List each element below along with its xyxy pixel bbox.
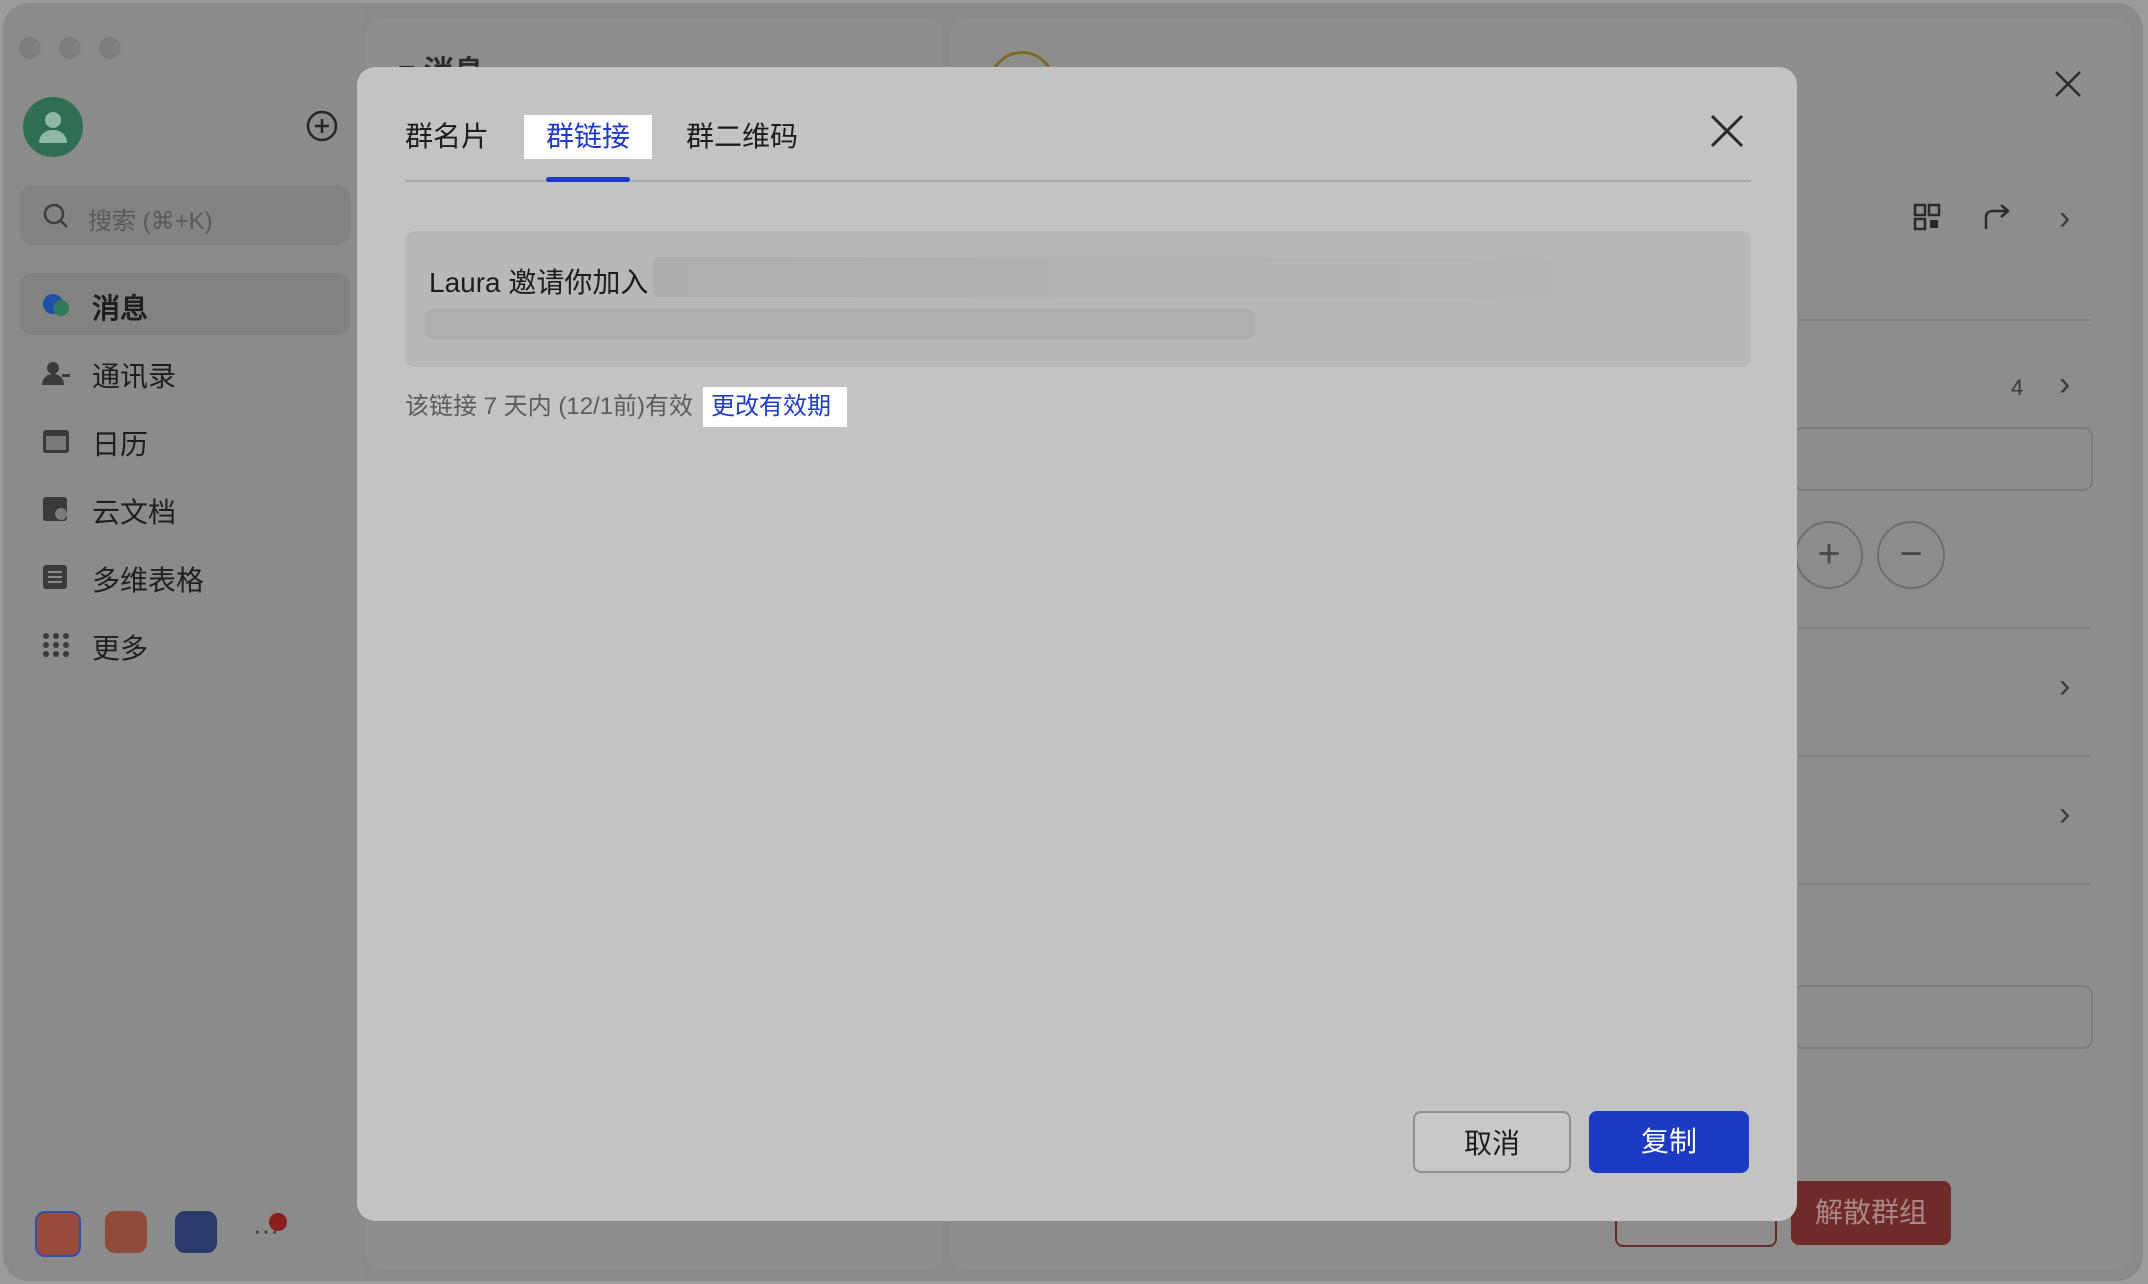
- copy-button[interactable]: 复制: [1589, 1111, 1749, 1173]
- close-icon[interactable]: [2053, 69, 2083, 99]
- divider: [1799, 319, 2091, 321]
- share-icon[interactable]: [1983, 203, 2013, 231]
- blurred-link-url: [425, 309, 1255, 339]
- notification-badge: [269, 1213, 287, 1231]
- cancel-button[interactable]: 取消: [1413, 1111, 1571, 1173]
- chevron-right-icon[interactable]: ›: [2059, 365, 2070, 404]
- sidebar-item-label: 多维表格: [92, 565, 205, 596]
- invite-text: Laura 邀请你加入: [429, 267, 649, 298]
- active-tab-indicator: [546, 177, 630, 182]
- sidebar-item-contacts[interactable]: 通讯录: [20, 341, 350, 403]
- sidebar-item-label: 日历: [92, 429, 149, 460]
- chevron-right-icon[interactable]: ›: [2059, 795, 2070, 834]
- input-box: [1793, 985, 2093, 1049]
- user-icon: [39, 112, 67, 143]
- divider: [1799, 627, 2091, 629]
- add-member-icon[interactable]: +: [1795, 521, 1863, 589]
- sidebar-item-calendar[interactable]: 日历: [20, 409, 350, 471]
- tab-group-qrcode[interactable]: 群二维码: [686, 115, 798, 159]
- remove-member-icon[interactable]: −: [1877, 521, 1945, 589]
- sidebar-item-label: 消息: [92, 293, 149, 324]
- sidebar-item-more[interactable]: 更多: [20, 613, 350, 675]
- member-count: 4: [2011, 375, 2024, 400]
- tab-group-link[interactable]: 群链接: [524, 115, 653, 159]
- window-minimize-dot[interactable]: [59, 37, 81, 59]
- invite-link-box[interactable]: Laura 邀请你加入: [405, 231, 1751, 367]
- calendar-icon: [43, 430, 69, 453]
- search-placeholder: 搜索 (⌘+K): [88, 208, 213, 235]
- divider: [1799, 883, 2091, 885]
- link-validity-text: 该链接 7 天内 (12/1前)有效: [405, 393, 694, 420]
- docs-icon: [43, 497, 67, 521]
- base-table-icon: [43, 565, 67, 589]
- sidebar-item-base[interactable]: 多维表格: [20, 545, 350, 607]
- member-search-box: [1793, 427, 2093, 491]
- close-icon[interactable]: [1709, 113, 1745, 149]
- sidebar-item-label: 通讯录: [92, 361, 177, 392]
- search-icon: [43, 203, 68, 228]
- chevron-right-icon[interactable]: ›: [2059, 667, 2070, 706]
- sidebar-item-docs[interactable]: 云文档: [20, 477, 350, 539]
- sidebar-item-messages[interactable]: 消息: [20, 273, 350, 335]
- change-validity-link[interactable]: 更改有效期: [703, 387, 847, 427]
- disband-group-button[interactable]: 解散群组: [1791, 1181, 1951, 1245]
- avatar[interactable]: [23, 97, 83, 157]
- group-share-dialog: 群名片 群链接 群二维码 Laura 邀请你加入 该链接 7 天内 (12/1前…: [357, 67, 1797, 1221]
- sidebar-item-label: 更多: [92, 633, 149, 664]
- qr-code-icon[interactable]: [1913, 203, 1941, 231]
- divider: [1799, 755, 2091, 757]
- more-grid-icon: [43, 633, 69, 657]
- chevron-right-icon[interactable]: ›: [2059, 199, 2070, 238]
- blurred-group-name: [653, 257, 1553, 297]
- sidebar-item-label: 云文档: [92, 497, 177, 528]
- message-icon: [43, 294, 69, 316]
- app-window: 搜索 (⌘+K) 消息 通讯录 日历 云文档 多维表格 更多 ··· › 4 ›…: [3, 3, 2143, 1281]
- bot-app-icon[interactable]: [35, 1211, 81, 1257]
- contacts-icon: [42, 362, 70, 385]
- add-circle-icon[interactable]: [305, 109, 339, 143]
- window-close-dot[interactable]: [19, 37, 41, 59]
- window-zoom-dot[interactable]: [99, 37, 121, 59]
- search-input[interactable]: 搜索 (⌘+K): [20, 185, 350, 245]
- chart-app-icon[interactable]: [175, 1211, 217, 1253]
- bot-app-icon[interactable]: [105, 1211, 147, 1253]
- sidebar: 搜索 (⌘+K) 消息 通讯录 日历 云文档 多维表格 更多 ···: [3, 3, 365, 1281]
- tab-group-card[interactable]: 群名片: [405, 115, 489, 159]
